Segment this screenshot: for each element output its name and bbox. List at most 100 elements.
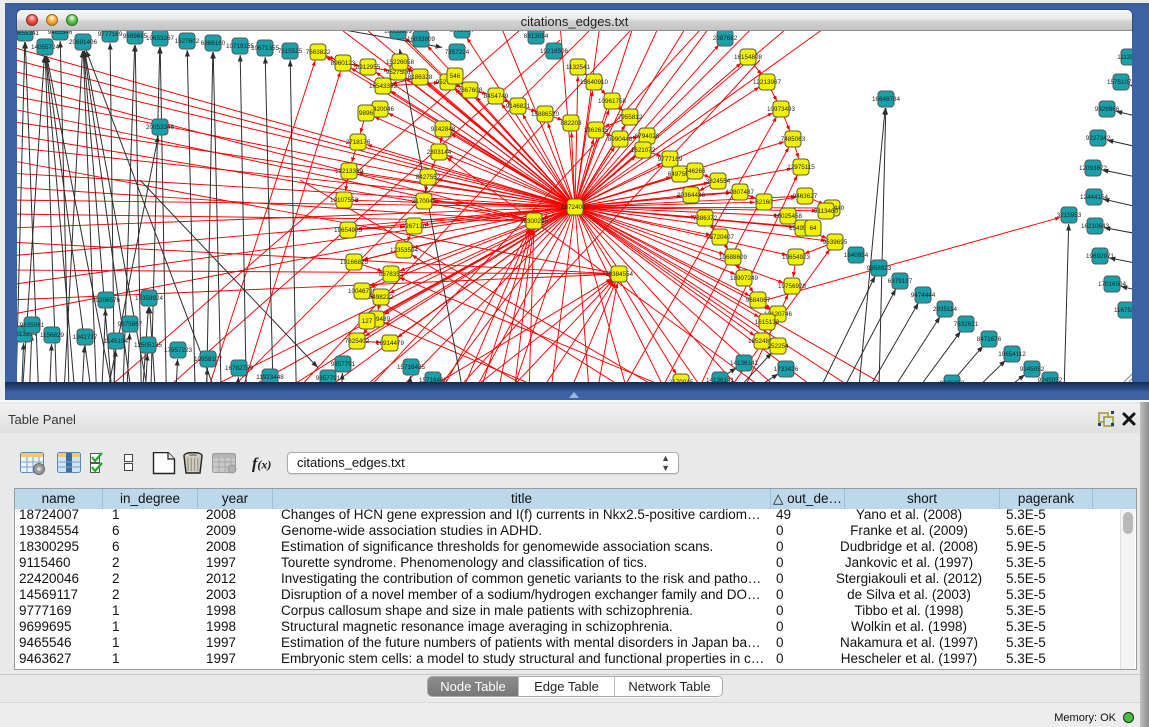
svg-text:16210643: 16210643 xyxy=(1081,223,1110,230)
svg-text:1362615: 1362615 xyxy=(584,127,609,134)
svg-text:18640910: 18640910 xyxy=(580,79,609,86)
svg-text:1527602: 1527602 xyxy=(175,38,200,45)
svg-text:7625402: 7625402 xyxy=(345,338,370,345)
svg-text:10671355: 10671355 xyxy=(251,45,280,52)
svg-text:9474444: 9474444 xyxy=(911,292,936,299)
svg-text:8813054: 8813054 xyxy=(524,33,549,40)
svg-text:19692971: 19692971 xyxy=(1086,253,1115,260)
svg-text:7357224: 7357224 xyxy=(445,49,470,56)
svg-text:2867608: 2867608 xyxy=(458,87,483,94)
svg-text:7632621: 7632621 xyxy=(954,321,979,328)
svg-text:12353594: 12353594 xyxy=(390,247,419,254)
svg-text:2718176: 2718176 xyxy=(346,139,371,146)
svg-text:19384554: 19384554 xyxy=(605,271,634,278)
svg-text:18724007: 18724007 xyxy=(561,204,590,211)
svg-text:1167533: 1167533 xyxy=(1114,307,1132,314)
svg-text:1621072: 1621072 xyxy=(631,147,656,154)
svg-text:252254: 252254 xyxy=(767,343,789,350)
svg-text:1132541: 1132541 xyxy=(566,64,591,71)
svg-text:9896: 9896 xyxy=(359,110,374,117)
svg-text:16914479: 16914479 xyxy=(376,340,405,347)
svg-text:14055724: 14055724 xyxy=(31,44,60,51)
svg-text:9465546: 9465546 xyxy=(48,31,73,36)
svg-text:20053346: 20053346 xyxy=(146,124,175,131)
svg-text:8678352: 8678352 xyxy=(379,271,404,278)
svg-text:9227342: 9227342 xyxy=(1086,135,1111,142)
svg-text:6966160: 6966160 xyxy=(201,40,226,47)
svg-text:3498222: 3498222 xyxy=(369,294,394,301)
svg-text:8990448: 8990448 xyxy=(608,136,633,143)
svg-text:10961758: 10961758 xyxy=(598,98,627,105)
svg-text:10107552: 10107552 xyxy=(330,197,359,204)
svg-text:15886520: 15886520 xyxy=(531,111,560,118)
svg-text:19218506: 19218506 xyxy=(540,48,569,55)
svg-text:1112845: 1112845 xyxy=(1117,54,1132,61)
svg-text:16648784: 16648784 xyxy=(872,96,901,103)
svg-text:12444154: 12444154 xyxy=(1080,194,1109,201)
svg-text:6794028: 6794028 xyxy=(635,133,660,140)
svg-text:15226058: 15226058 xyxy=(386,59,415,66)
svg-text:20691406: 20691406 xyxy=(69,39,98,46)
svg-text:9113460: 9113460 xyxy=(814,208,839,215)
svg-text:1733426: 1733426 xyxy=(774,366,799,373)
svg-text:8912955: 8912955 xyxy=(356,64,381,71)
svg-text:10025458: 10025458 xyxy=(774,213,803,220)
svg-text:17016504: 17016504 xyxy=(1098,281,1127,288)
svg-text:9146821: 9146821 xyxy=(506,103,531,110)
svg-text:9835061: 9835061 xyxy=(20,322,45,329)
svg-text:64: 64 xyxy=(809,225,817,232)
svg-text:10973493: 10973493 xyxy=(767,106,796,113)
svg-text:9777169: 9777169 xyxy=(98,31,123,38)
svg-text:15720407: 15720407 xyxy=(706,234,735,241)
svg-text:8454749: 8454749 xyxy=(484,93,509,100)
svg-text:1145194: 1145194 xyxy=(104,338,129,345)
svg-text:127: 127 xyxy=(362,318,373,325)
svg-text:20206576: 20206576 xyxy=(92,297,121,304)
svg-text:1942737: 1942737 xyxy=(73,334,98,341)
svg-text:16033809: 16033809 xyxy=(407,36,436,43)
svg-text:8471676: 8471676 xyxy=(977,336,1002,343)
svg-text:9245052: 9245052 xyxy=(1020,366,1045,373)
svg-text:12213967: 12213967 xyxy=(753,79,782,86)
svg-text:12093872: 12093872 xyxy=(1079,165,1108,172)
svg-text:10653267: 10653267 xyxy=(146,35,175,42)
svg-text:12975115: 12975115 xyxy=(787,164,815,171)
svg-text:17359924: 17359924 xyxy=(135,295,164,302)
svg-text:2170045: 2170045 xyxy=(412,198,437,205)
svg-text:12213389: 12213389 xyxy=(335,168,364,175)
svg-text:9857791: 9857791 xyxy=(316,375,341,382)
svg-text:19654923: 19654923 xyxy=(782,254,811,261)
svg-text:12505135: 12505135 xyxy=(134,342,163,349)
svg-text:2087682: 2087682 xyxy=(713,35,738,42)
svg-text:7485063: 7485063 xyxy=(781,136,806,143)
svg-text:18300295: 18300295 xyxy=(520,218,549,225)
svg-text:19654905: 19654905 xyxy=(334,227,363,234)
svg-text:7515525: 7515525 xyxy=(278,48,303,55)
svg-text:7955812: 7955812 xyxy=(618,114,643,121)
svg-text:1640954: 1640954 xyxy=(844,252,869,259)
svg-text:20364436: 20364436 xyxy=(677,192,706,199)
svg-text:9463627: 9463627 xyxy=(450,31,475,34)
svg-text:9329966: 9329966 xyxy=(1095,106,1120,113)
svg-text:17957223: 17957223 xyxy=(164,347,193,354)
svg-text:746266: 746266 xyxy=(684,168,706,175)
svg-text:f(x): f(x) xyxy=(252,456,271,473)
svg-text:9242848: 9242848 xyxy=(431,126,456,133)
svg-text:16154808: 16154808 xyxy=(734,54,763,61)
svg-text:7386372: 7386372 xyxy=(693,215,718,222)
svg-text:10958107: 10958107 xyxy=(194,356,223,363)
svg-text:9358923: 9358923 xyxy=(867,265,892,272)
svg-text:20655341: 20655341 xyxy=(17,31,39,37)
svg-text:14136141: 14136141 xyxy=(730,360,759,367)
svg-text:546: 546 xyxy=(450,73,461,80)
svg-text:19756928: 19756928 xyxy=(778,283,807,290)
svg-text:9684067: 9684067 xyxy=(746,297,771,304)
svg-text:11923448: 11923448 xyxy=(256,374,284,381)
svg-text:882203: 882203 xyxy=(560,120,582,127)
svg-text:8427552: 8427552 xyxy=(416,174,441,181)
svg-text:15716485: 15716485 xyxy=(397,364,426,371)
svg-text:10807487: 10807487 xyxy=(726,189,755,196)
svg-text:9857791: 9857791 xyxy=(331,361,356,368)
svg-text:1615132: 1615132 xyxy=(755,319,780,326)
svg-text:8960123: 8960123 xyxy=(331,60,356,67)
